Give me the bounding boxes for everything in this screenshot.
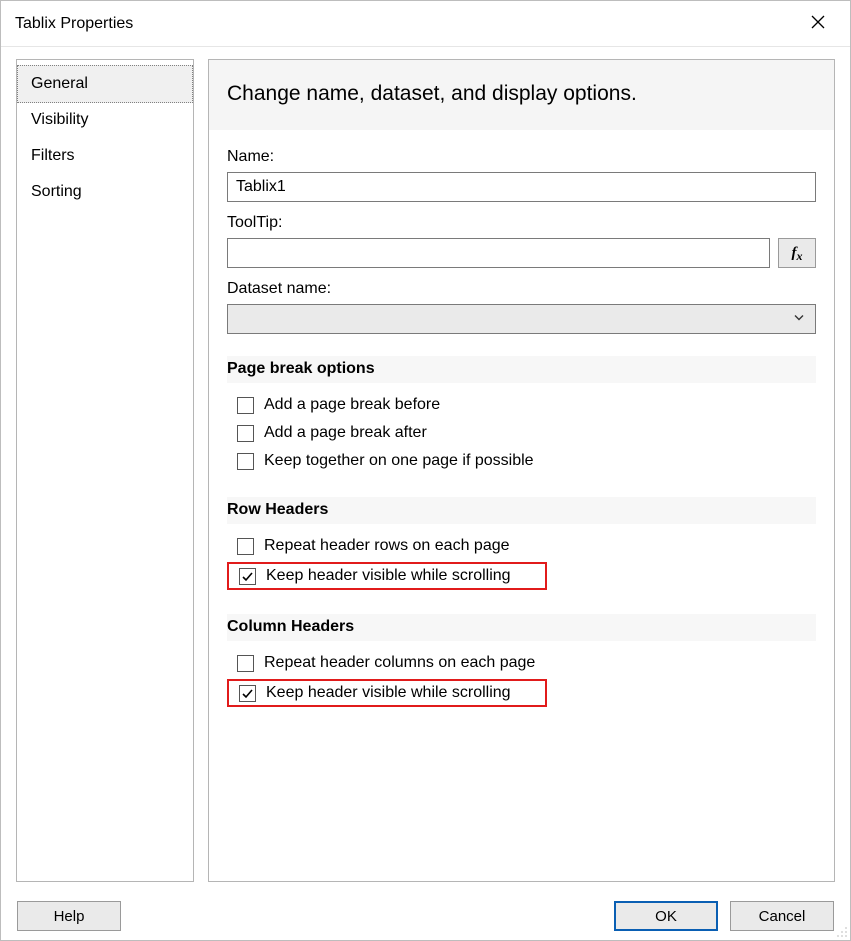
- checkbox-icon: [239, 685, 256, 702]
- checkbox-label: Keep together on one page if possible: [264, 452, 534, 470]
- checkbox-icon: [237, 453, 254, 470]
- button-bar: Help OK Cancel: [1, 892, 850, 940]
- tooltip-row: fx: [227, 238, 816, 268]
- page-header: Change name, dataset, and display option…: [209, 60, 834, 130]
- section-title: Column Headers: [227, 614, 816, 641]
- checkbox-label: Keep header visible while scrolling: [266, 567, 511, 585]
- page-header-text: Change name, dataset, and display option…: [227, 82, 637, 105]
- sidebar-item-visibility[interactable]: Visibility: [17, 102, 193, 138]
- checkbox-label: Add a page break after: [264, 424, 427, 442]
- section-title: Page break options: [227, 356, 816, 383]
- window-title: Tablix Properties: [15, 15, 798, 33]
- section-title: Row Headers: [227, 497, 816, 524]
- section-column-headers: Column Headers Repeat header columns on …: [227, 614, 816, 709]
- help-button[interactable]: Help: [17, 901, 121, 931]
- checkbox-row[interactable]: Repeat header rows on each page: [227, 532, 816, 560]
- sidebar-item-label: Filters: [31, 147, 75, 164]
- sidebar-item-label: General: [31, 75, 88, 92]
- highlight-annotation: Keep header visible while scrolling: [227, 562, 816, 590]
- checkbox-label: Add a page break before: [264, 396, 440, 414]
- sidebar: General Visibility Filters Sorting: [16, 59, 194, 882]
- button-label: Help: [54, 908, 85, 925]
- checkbox-row[interactable]: Repeat header columns on each page: [227, 649, 816, 677]
- button-label: OK: [655, 908, 677, 925]
- checkbox-row[interactable]: Keep together on one page if possible: [227, 447, 816, 475]
- form-area: Name: ToolTip: fx Dataset name:: [209, 130, 834, 719]
- checkbox-icon: [237, 425, 254, 442]
- dataset-dropdown[interactable]: [227, 304, 816, 334]
- fx-icon: fx: [792, 245, 803, 262]
- checkbox-label: Keep header visible while scrolling: [266, 684, 511, 702]
- checkbox-label: Repeat header rows on each page: [264, 537, 510, 555]
- sidebar-item-filters[interactable]: Filters: [17, 138, 193, 174]
- checkbox-row[interactable]: Add a page break after: [227, 419, 816, 447]
- name-label: Name:: [227, 148, 816, 166]
- section-page-break: Page break options Add a page break befo…: [227, 356, 816, 475]
- titlebar: Tablix Properties: [1, 1, 850, 47]
- button-label: Cancel: [759, 908, 806, 925]
- checkbox-label: Repeat header columns on each page: [264, 654, 535, 672]
- checkbox-icon: [237, 397, 254, 414]
- main-panel: Change name, dataset, and display option…: [208, 59, 835, 882]
- chevron-down-icon: [793, 311, 805, 328]
- checkbox-icon: [237, 655, 254, 672]
- dialog-window: Tablix Properties General Visibility Fil…: [0, 0, 851, 941]
- ok-button[interactable]: OK: [614, 901, 718, 931]
- checkbox-icon: [237, 538, 254, 555]
- close-icon: [811, 15, 825, 33]
- section-row-headers: Row Headers Repeat header rows on each p…: [227, 497, 816, 592]
- dataset-label: Dataset name:: [227, 280, 816, 298]
- sidebar-item-label: Sorting: [31, 183, 82, 200]
- sidebar-item-label: Visibility: [31, 111, 89, 128]
- dialog-body: General Visibility Filters Sorting Chang…: [1, 47, 850, 892]
- checkbox-row[interactable]: Keep header visible while scrolling: [227, 679, 547, 707]
- tooltip-input[interactable]: [227, 238, 770, 268]
- checkbox-row[interactable]: Keep header visible while scrolling: [227, 562, 547, 590]
- close-button[interactable]: [798, 4, 838, 44]
- tooltip-label: ToolTip:: [227, 214, 816, 232]
- highlight-annotation: Keep header visible while scrolling: [227, 679, 816, 707]
- checkbox-row[interactable]: Add a page break before: [227, 391, 816, 419]
- sidebar-item-sorting[interactable]: Sorting: [17, 174, 193, 210]
- expression-button[interactable]: fx: [778, 238, 816, 268]
- sidebar-item-general[interactable]: General: [17, 65, 193, 103]
- name-input[interactable]: [227, 172, 816, 202]
- cancel-button[interactable]: Cancel: [730, 901, 834, 931]
- checkbox-icon: [239, 568, 256, 585]
